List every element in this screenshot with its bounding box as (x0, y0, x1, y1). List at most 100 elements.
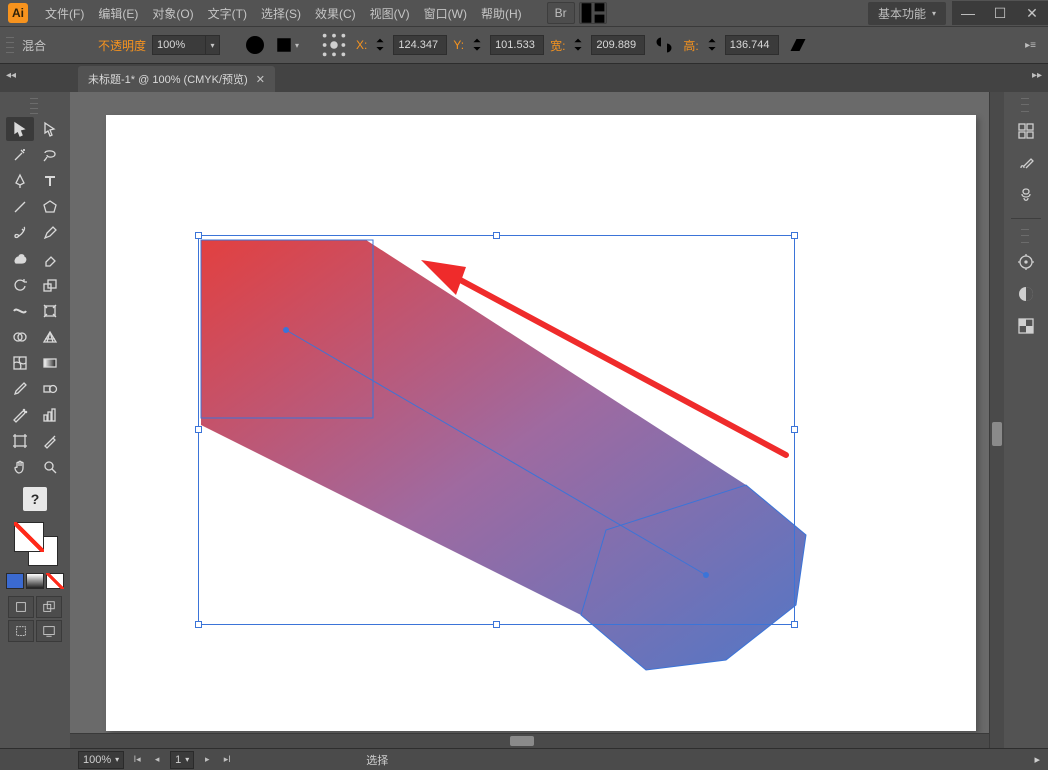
arrange-documents-button[interactable] (579, 2, 607, 24)
window-minimize-button[interactable]: — (952, 5, 984, 21)
selection-handle-ne[interactable] (791, 232, 798, 239)
opacity-input[interactable]: 100% ▾ (152, 35, 220, 55)
symbol-sprayer-tool[interactable] (6, 403, 34, 427)
selection-handle-sw[interactable] (195, 621, 202, 628)
magic-wand-tool[interactable] (6, 143, 34, 167)
chevron-down-icon[interactable]: ▾ (206, 35, 220, 55)
fill-stroke-swatch[interactable] (12, 520, 58, 566)
last-artboard-button[interactable]: ▸I (220, 753, 234, 767)
opacity-value[interactable]: 100% (152, 35, 206, 55)
pen-tool[interactable] (6, 169, 34, 193)
help-tool[interactable]: ? (23, 487, 47, 511)
fill-swatch[interactable] (14, 522, 44, 552)
pencil-tool[interactable] (36, 221, 64, 245)
blob-brush-tool[interactable] (6, 247, 34, 271)
draw-normal-mode[interactable] (8, 596, 34, 618)
right-panel-expander-icon[interactable]: ▸▸ (1032, 70, 1042, 81)
zoom-level[interactable]: 100% ▾ (78, 751, 124, 769)
selection-handle-e[interactable] (791, 426, 798, 433)
free-transform-tool[interactable] (36, 299, 64, 323)
x-input[interactable]: 124.347 (393, 35, 447, 55)
workspace-switcher[interactable]: 基本功能 ▾ (868, 2, 946, 25)
scrollbar-thumb[interactable] (510, 736, 534, 746)
selection-handle-w[interactable] (195, 426, 202, 433)
selection-handle-n[interactable] (493, 232, 500, 239)
menu-object[interactable]: 对象(O) (145, 2, 200, 25)
x-stepper[interactable] (373, 33, 387, 57)
status-menu-icon[interactable]: ▸ (1034, 753, 1048, 766)
shape-tool[interactable] (36, 195, 64, 219)
color-mode-none[interactable] (46, 573, 64, 589)
eraser-tool[interactable] (36, 247, 64, 271)
paintbrush-tool[interactable] (6, 221, 34, 245)
shape-builder-tool[interactable] (6, 325, 34, 349)
grip-icon[interactable] (30, 96, 38, 116)
perspective-grid-tool[interactable] (36, 325, 64, 349)
left-panel-expander-icon[interactable]: ◂◂ (6, 70, 16, 81)
panel-stroke-icon[interactable] (1012, 249, 1040, 275)
rotate-tool[interactable] (6, 273, 34, 297)
artboard-tool[interactable] (6, 429, 34, 453)
selection-tool[interactable] (6, 117, 34, 141)
vertical-scrollbar[interactable] (989, 92, 1004, 748)
selection-handle-nw[interactable] (195, 232, 202, 239)
scrollbar-thumb[interactable] (992, 422, 1002, 446)
horizontal-scrollbar[interactable] (70, 733, 989, 748)
prev-artboard-button[interactable]: ◂ (150, 753, 164, 767)
eyedropper-tool[interactable] (6, 377, 34, 401)
panel-gradient-icon[interactable] (1012, 281, 1040, 307)
hand-tool[interactable] (6, 455, 34, 479)
scale-tool[interactable] (36, 273, 64, 297)
line-tool[interactable] (6, 195, 34, 219)
artboard-number[interactable]: 1 ▾ (170, 751, 194, 769)
blend-tool[interactable] (36, 377, 64, 401)
canvas-area[interactable] (70, 92, 1004, 748)
window-maximize-button[interactable]: ☐ (984, 5, 1016, 22)
menu-file[interactable]: 文件(F) (38, 2, 91, 25)
menu-view[interactable]: 视图(V) (363, 2, 417, 25)
h-stepper[interactable] (705, 33, 719, 57)
recolor-button[interactable] (242, 33, 268, 57)
lasso-tool[interactable] (36, 143, 64, 167)
panel-symbols-icon[interactable] (1012, 182, 1040, 208)
w-input[interactable]: 209.889 (591, 35, 645, 55)
shear-button[interactable] (785, 33, 811, 57)
first-artboard-button[interactable]: I◂ (130, 753, 144, 767)
h-input[interactable]: 136.744 (725, 35, 779, 55)
panel-color-icon[interactable] (1012, 118, 1040, 144)
menu-edit[interactable]: 编辑(E) (91, 2, 145, 25)
control-bar-collapse-icon[interactable]: ▸≡ (1025, 40, 1042, 51)
zoom-tool[interactable] (36, 455, 64, 479)
menu-window[interactable]: 窗口(W) (417, 2, 474, 25)
menu-type[interactable]: 文字(T) (201, 2, 254, 25)
menu-select[interactable]: 选择(S) (254, 2, 308, 25)
grip-icon[interactable] (1021, 95, 1029, 115)
next-artboard-button[interactable]: ▸ (200, 753, 214, 767)
width-tool[interactable] (6, 299, 34, 323)
selection-bounding-box[interactable] (198, 235, 795, 625)
reference-point[interactable] (318, 33, 350, 57)
grip-icon[interactable] (1021, 226, 1029, 246)
transform-panel-button[interactable]: ▾ (274, 33, 300, 57)
close-icon[interactable]: ✕ (256, 73, 265, 86)
menu-effect[interactable]: 效果(C) (308, 2, 363, 25)
menu-help[interactable]: 帮助(H) (474, 2, 529, 25)
y-input[interactable]: 101.533 (490, 35, 544, 55)
slice-tool[interactable] (36, 429, 64, 453)
panel-brushes-icon[interactable] (1012, 150, 1040, 176)
screen-mode-button[interactable] (36, 620, 62, 642)
mesh-tool[interactable] (6, 351, 34, 375)
document-tab[interactable]: 未标题-1* @ 100% (CMYK/预览) ✕ (78, 66, 275, 92)
draw-inside-mode[interactable] (8, 620, 34, 642)
w-stepper[interactable] (571, 33, 585, 57)
color-mode-solid[interactable] (6, 573, 24, 589)
bridge-button[interactable]: Br (547, 2, 575, 24)
y-stepper[interactable] (470, 33, 484, 57)
color-mode-gradient[interactable] (26, 573, 44, 589)
type-tool[interactable] (36, 169, 64, 193)
constrain-proportions-button[interactable] (651, 33, 677, 57)
column-graph-tool[interactable] (36, 403, 64, 427)
window-close-button[interactable]: ✕ (1016, 5, 1048, 22)
direct-selection-tool[interactable] (36, 117, 64, 141)
gradient-tool[interactable] (36, 351, 64, 375)
